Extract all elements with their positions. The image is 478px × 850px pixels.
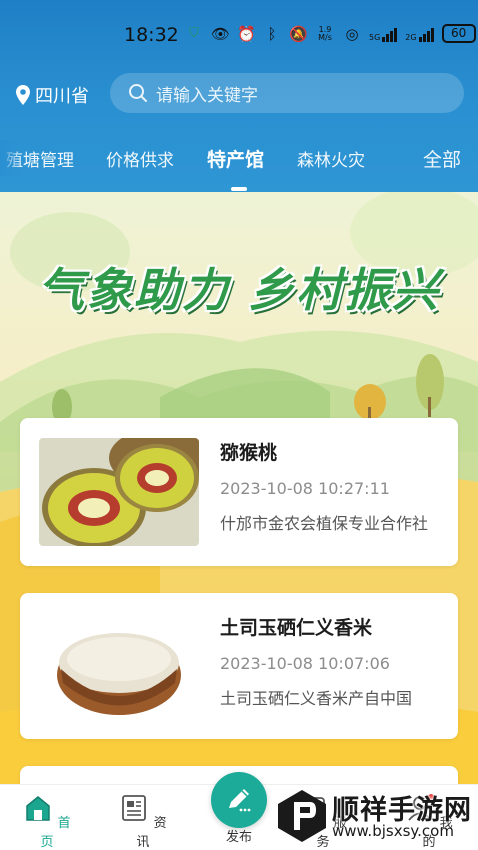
tab-all[interactable]: 全部 (423, 145, 461, 172)
nav-news[interactable]: 资讯 (113, 793, 173, 850)
product-description: 什邡市金农会植保专业合作社 (220, 514, 429, 533)
search-icon (129, 84, 147, 102)
tab-forest-fire[interactable]: 森林火灾 (297, 146, 365, 171)
status-bar: 18:32 ⛉ 👁 ⏰ ᛒ 🔕 1.9M/s ◎ 5G 2G 60 ❧ (0, 18, 478, 52)
nav-home[interactable]: 首页 (17, 793, 77, 850)
product-description: 土司玉硒仁义香米产自中国 (220, 689, 413, 708)
nav-publish-label: 发布 (225, 830, 252, 845)
status-time: 18:32 (124, 24, 179, 46)
product-card[interactable]: 土司玉硒仁义香米 2023-10-08 10:07:06 土司玉硒仁义香米产自中… (20, 593, 458, 739)
category-tabs: 殖塘管理 价格供求 特产馆 森林火灾 全部 (0, 140, 478, 184)
mute-icon: 🔕 (289, 24, 308, 43)
location-pin-icon (16, 85, 30, 105)
search-input[interactable]: 请输入关键字 (110, 73, 464, 113)
eye-icon: 👁 (211, 24, 231, 43)
bluetooth-icon: ᛒ (267, 24, 277, 43)
search-placeholder: 请输入关键字 (156, 85, 258, 106)
location-selector[interactable]: 四川省 (16, 82, 89, 108)
banner-title: 气象助力 乡村振兴 (37, 263, 440, 317)
product-title: 土司玉硒仁义香米 (220, 617, 373, 639)
tab-price-supply[interactable]: 价格供求 (106, 146, 174, 171)
pen-icon (229, 789, 251, 812)
watermark-url: www.bjsxsy.com (332, 822, 454, 840)
rice-image (39, 613, 199, 721)
kiwi-image (39, 438, 199, 546)
publish-button[interactable] (211, 772, 267, 828)
net-speed: 1.9 M/s (318, 24, 332, 42)
watermark-logo-icon (278, 790, 326, 842)
product-date: 2023-10-08 10:27:11 (220, 479, 390, 498)
product-title: 猕猴桃 (220, 442, 278, 464)
app-header: 18:32 ⛉ 👁 ⏰ ᛒ 🔕 1.9M/s ◎ 5G 2G 60 ❧ 四川省 (0, 0, 478, 192)
tab-specialty-hall[interactable]: 特产馆 (207, 145, 264, 172)
signal-icon-sim1: 5G (369, 26, 398, 42)
product-card[interactable]: 猕猴桃 2023-10-08 10:27:11 什邡市金农会植保专业合作社 (20, 418, 458, 566)
tabs-fade (0, 140, 22, 176)
watermark: 顺祥手游网 www.bjsxsy.com (272, 786, 472, 846)
news-icon (122, 795, 147, 821)
hotspot-icon: ◎ (345, 24, 359, 43)
status-icons: ⛉ 👁 ⏰ ᛒ 🔕 1.9M/s ◎ 5G 2G 60 ❧ (185, 24, 478, 43)
product-date: 2023-10-08 10:07:06 (220, 654, 390, 673)
home-icon (26, 796, 51, 821)
alarm-icon: ⏰ (237, 24, 256, 43)
location-label: 四川省 (35, 86, 89, 107)
shield-icon: ⛉ (189, 25, 199, 41)
battery-icon: 60 (441, 24, 476, 43)
signal-icon-sim2: 2G (405, 26, 434, 42)
active-tab-indicator (231, 187, 247, 191)
